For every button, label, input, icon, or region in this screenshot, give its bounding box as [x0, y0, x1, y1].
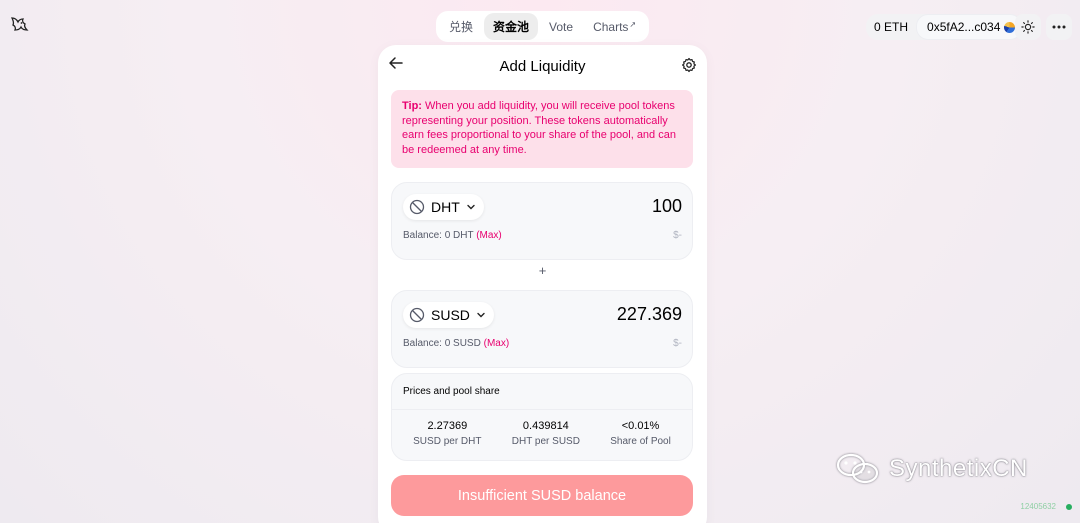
- currency-input-b: SUSD Balance: 0 SUSD (Max) $-: [391, 290, 693, 368]
- usd-value-a: $-: [673, 230, 682, 241]
- more-dots-icon: [1052, 25, 1066, 29]
- token-select-a[interactable]: DHT: [403, 194, 484, 220]
- no-token-icon: [409, 307, 425, 323]
- token-select-b[interactable]: SUSD: [403, 302, 494, 328]
- wallet-address: 0x5fA2...c034: [927, 20, 1001, 34]
- wechat-logo-icon: [836, 453, 879, 484]
- balance-b: Balance: 0 SUSD (Max): [403, 338, 510, 349]
- token-symbol: DHT: [431, 199, 460, 215]
- amount-input-b[interactable]: [522, 304, 682, 325]
- tip-text: When you add liquidity, you will receive…: [402, 100, 676, 156]
- prices-title: Prices and pool share: [403, 386, 500, 397]
- uniswap-logo-icon[interactable]: [9, 14, 29, 34]
- block-status-dot: [1066, 504, 1072, 510]
- stat-share-of-pool: <0.01% Share of Pool: [610, 420, 671, 447]
- token-symbol: SUSD: [431, 307, 470, 323]
- amount-input-a[interactable]: [522, 196, 682, 217]
- eth-balance: 0 ETH: [874, 20, 909, 34]
- tab-swap[interactable]: 兑换: [440, 13, 482, 40]
- chevron-down-icon: [467, 204, 475, 210]
- max-button[interactable]: (Max): [484, 338, 510, 349]
- usd-value-b: $-: [673, 338, 682, 349]
- external-link-icon: ↗: [629, 19, 637, 29]
- main-nav: 兑换 资金池 Vote Charts ↗: [436, 11, 649, 42]
- balance-a: Balance: 0 DHT (Max): [403, 230, 502, 241]
- stat-dht-per-susd: 0.439814 DHT per SUSD: [511, 420, 580, 447]
- insufficient-balance-button[interactable]: Insufficient SUSD balance: [391, 475, 693, 516]
- tab-charts[interactable]: Charts ↗: [584, 15, 645, 39]
- max-button[interactable]: (Max): [476, 230, 502, 241]
- more-menu-button[interactable]: [1046, 14, 1072, 40]
- no-token-icon: [409, 199, 425, 215]
- card-header: Add Liquidity: [378, 45, 707, 87]
- stat-susd-per-dht: 2.27369 SUSD per DHT: [413, 420, 482, 447]
- plus-icon: +: [538, 263, 547, 278]
- wallet-identicon-icon: [1004, 21, 1016, 33]
- wallet-address-button[interactable]: 0x5fA2...c034: [916, 14, 1023, 40]
- prices-stats: 2.27369 SUSD per DHT 0.439814 DHT per SU…: [392, 409, 692, 460]
- wechat-watermark: SynthetixCN: [835, 452, 1028, 486]
- block-number: 12405632: [1020, 502, 1056, 511]
- watermark-text: SynthetixCN: [889, 455, 1028, 482]
- theme-toggle-button[interactable]: [1015, 14, 1041, 40]
- tip-label: Tip:: [402, 100, 422, 112]
- liquidity-tip: Tip: When you add liquidity, you will re…: [391, 90, 693, 168]
- gear-icon[interactable]: [681, 57, 697, 73]
- add-liquidity-card: Add Liquidity Tip: When you add liquidit…: [378, 45, 707, 523]
- currency-input-a: DHT Balance: 0 DHT (Max) $-: [391, 182, 693, 260]
- account-panel: 0 ETH 0x5fA2...c034: [866, 14, 1023, 40]
- tab-vote[interactable]: Vote: [540, 15, 582, 39]
- chevron-down-icon: [477, 312, 485, 318]
- tab-pool[interactable]: 资金池: [484, 13, 539, 40]
- sun-icon: [1021, 20, 1035, 34]
- prices-and-pool-share: Prices and pool share 2.27369 SUSD per D…: [391, 373, 693, 461]
- page-title: Add Liquidity: [499, 58, 586, 75]
